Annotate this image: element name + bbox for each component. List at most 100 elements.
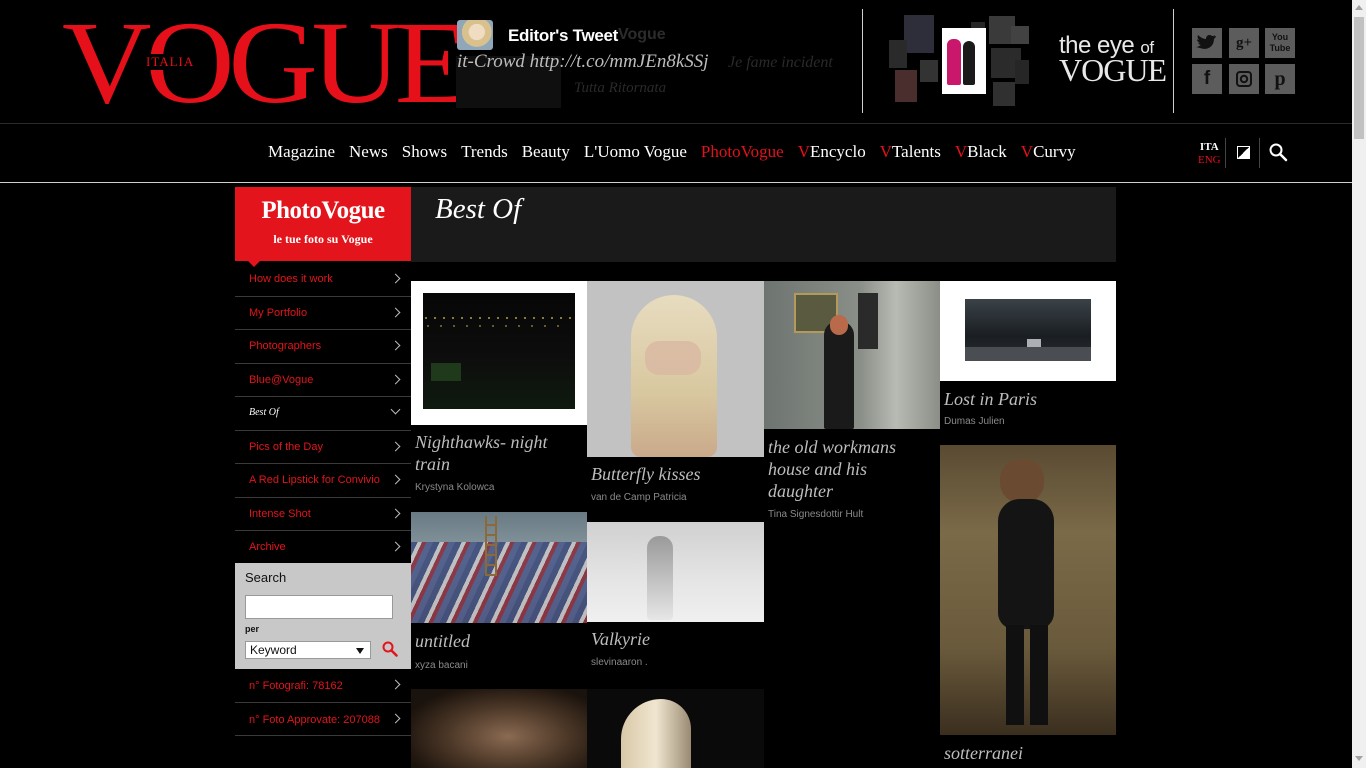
scroll-up-arrow-icon[interactable]: [1355, 5, 1363, 10]
photo-title[interactable]: sotterranei: [944, 742, 1023, 764]
photo-author[interactable]: xyza bacani: [415, 660, 468, 671]
header-divider: [1173, 9, 1174, 113]
lang-eng[interactable]: ENG: [1198, 154, 1221, 167]
dropdown-arrow-icon: [356, 648, 364, 654]
photo-card[interactable]: sotterranei: [940, 445, 1116, 768]
tweet-ghost-text: Je fame incident: [728, 54, 833, 71]
youtube-icon[interactable]: You Tube: [1265, 28, 1295, 58]
eye-of-vogue-widget[interactable]: the eye of VOGUE: [885, 12, 1167, 110]
photo-thumbnail[interactable]: [940, 445, 1116, 735]
photo-thumbnail[interactable]: [411, 512, 587, 623]
editors-tweet[interactable]: Vogue Editor's Tweet Je fame incident Tu…: [456, 18, 856, 108]
photo-thumbnail[interactable]: [411, 281, 587, 425]
scrollbar-thumb[interactable]: [1354, 17, 1364, 139]
vogue-italia-logo[interactable]: VOGUE ITALIA: [62, 4, 470, 122]
sidebar-item-intense-shot[interactable]: Intense Shot: [235, 498, 411, 531]
chevron-right-icon: [390, 508, 401, 518]
photo-card[interactable]: Valkyrie slevinaaron .: [587, 522, 764, 682]
sidebar-item-red-lipstick[interactable]: A Red Lipstick for Convivio: [235, 464, 411, 498]
stat-approved-photos-count[interactable]: n° Foto Approvate: 207088: [235, 703, 411, 736]
main-navigation: Magazine News Shows Trends Beauty L'Uomo…: [0, 123, 1352, 183]
photo-author[interactable]: Tina Signesdottir Hult: [768, 509, 863, 520]
google-plus-icon[interactable]: g+: [1229, 28, 1259, 58]
photo-title[interactable]: Butterfly kisses: [591, 463, 700, 485]
photo-thumbnail[interactable]: [587, 281, 764, 457]
logo-wordmark: VOGUE: [62, 0, 470, 128]
twitter-icon[interactable]: [1192, 28, 1222, 58]
lang-ita[interactable]: ITA: [1198, 141, 1221, 154]
language-switcher: ITA ENG: [1198, 141, 1221, 167]
tweet-ghost-title: Vogue: [618, 26, 666, 43]
nav-news[interactable]: News: [349, 142, 388, 162]
sidebar-item-my-portfolio[interactable]: My Portfolio: [235, 297, 411, 330]
pinterest-icon[interactable]: p: [1265, 64, 1295, 94]
photo-card[interactable]: [587, 689, 764, 768]
tweet-title: Editor's Tweet: [508, 26, 619, 45]
photo-card[interactable]: Nighthawks- night train Krystyna Kolowca: [411, 281, 587, 506]
photo-author[interactable]: Dumas Julien: [944, 416, 1005, 427]
site-header: VOGUE ITALIA Vogue Editor's Tweet Je fam…: [0, 0, 1352, 123]
nav-vblack[interactable]: VBlack: [955, 142, 1007, 162]
photo-author[interactable]: Krystyna Kolowca: [415, 482, 494, 493]
search-label: Search: [245, 570, 287, 585]
photo-thumbnail[interactable]: [587, 522, 764, 622]
chevron-right-icon: [390, 713, 401, 723]
photo-card[interactable]: untitled xyza bacani: [411, 512, 587, 682]
tweet-text[interactable]: it-Crowd http://t.co/mmJEn8kSSj: [457, 51, 709, 73]
chevron-right-icon: [390, 441, 401, 451]
photo-card[interactable]: Lost in Paris Dumas Julien: [940, 281, 1116, 431]
chevron-right-icon: [390, 273, 401, 284]
nav-photovogue[interactable]: PhotoVogue: [701, 142, 784, 162]
sidebar-item-blue-at-vogue[interactable]: Blue@Vogue: [235, 364, 411, 397]
photo-card[interactable]: the old workmans house and his daughter …: [764, 281, 940, 526]
photo-title[interactable]: Valkyrie: [591, 628, 650, 650]
search-type-select[interactable]: Keyword: [245, 641, 371, 659]
nav-divider: [1259, 138, 1260, 168]
sidebar-item-best-of[interactable]: Best Of: [235, 397, 411, 431]
instagram-icon[interactable]: [1229, 64, 1259, 94]
scroll-down-arrow-icon[interactable]: [1355, 756, 1363, 761]
sidebar-item-archive[interactable]: Archive: [235, 531, 411, 565]
photo-title[interactable]: Nighthawks- night train: [415, 431, 585, 475]
facebook-icon[interactable]: f: [1192, 64, 1222, 94]
nav-luomo-vogue[interactable]: L'Uomo Vogue: [584, 142, 687, 162]
nav-trends[interactable]: Trends: [461, 142, 508, 162]
nav-vtalents[interactable]: VTalents: [880, 142, 941, 162]
photo-card[interactable]: [411, 689, 587, 768]
photovogue-logo-subtitle: le tue foto su Vogue: [273, 232, 373, 246]
photo-thumbnail[interactable]: [940, 281, 1116, 381]
chevron-right-icon: [390, 541, 401, 552]
contrast-toggle-icon[interactable]: [1237, 146, 1250, 159]
photo-author[interactable]: van de Camp Patricia: [591, 492, 687, 503]
search-icon[interactable]: [1269, 143, 1288, 162]
photo-thumbnail[interactable]: [411, 689, 587, 768]
chevron-right-icon: [390, 340, 401, 351]
nav-shows[interactable]: Shows: [402, 142, 447, 162]
tweet-ghost-text-2: Tutta Ritornata: [574, 80, 667, 96]
nav-magazine[interactable]: Magazine: [268, 142, 335, 162]
stat-photographers-count[interactable]: n° Fotografi: 78162: [235, 669, 411, 703]
editor-avatar: [457, 20, 493, 50]
nav-vencyclo[interactable]: VEncyclo: [798, 142, 866, 162]
logo-subtitle: ITALIA: [145, 54, 196, 70]
photo-title[interactable]: untitled: [415, 630, 470, 652]
sidebar-item-how-does-it-work[interactable]: How does it work: [235, 263, 411, 297]
search-per-label: per: [245, 624, 260, 634]
photovogue-logo[interactable]: PhotoVogue le tue foto su Vogue: [235, 187, 411, 267]
sidebar-search: Search per Keyword: [235, 563, 411, 669]
nav-vcurvy[interactable]: VCurvy: [1021, 142, 1076, 162]
nav-beauty[interactable]: Beauty: [522, 142, 570, 162]
photo-card[interactable]: Butterfly kisses van de Camp Patricia: [587, 281, 764, 516]
photo-author[interactable]: slevinaaron .: [591, 657, 648, 668]
photo-title[interactable]: Lost in Paris: [944, 388, 1037, 410]
photo-title[interactable]: the old workmans house and his daughter: [768, 436, 928, 502]
photo-thumbnail[interactable]: [587, 689, 764, 768]
header-divider: [862, 9, 863, 113]
search-submit-icon[interactable]: [382, 641, 398, 657]
sidebar-menu: How does it work My Portfolio Photograph…: [235, 263, 411, 565]
page-scrollbar[interactable]: [1352, 0, 1366, 768]
sidebar-item-photographers[interactable]: Photographers: [235, 330, 411, 364]
sidebar-item-pics-of-the-day[interactable]: Pics of the Day: [235, 431, 411, 464]
search-input[interactable]: [245, 595, 393, 619]
photo-thumbnail[interactable]: [764, 281, 940, 429]
